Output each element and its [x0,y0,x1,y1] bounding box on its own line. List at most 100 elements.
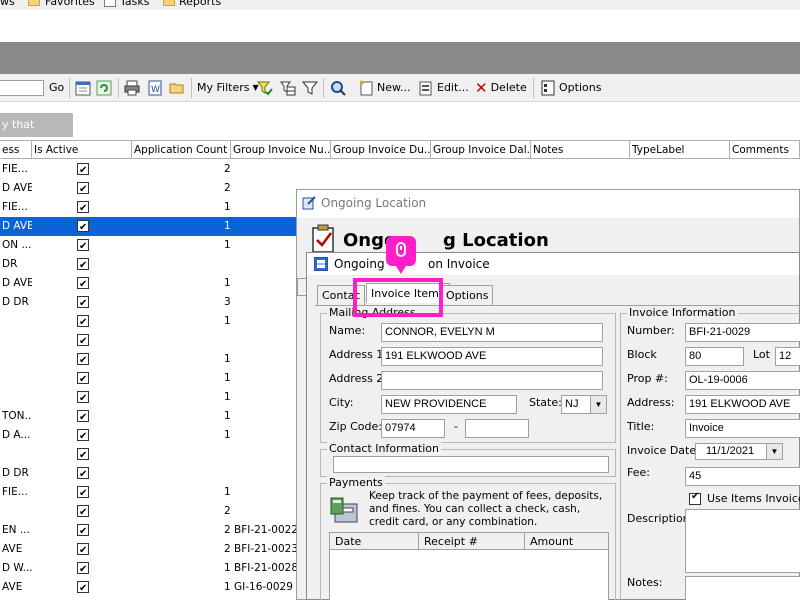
lot-field[interactable]: 12 [775,347,800,366]
is-active-checkbox[interactable] [77,465,89,484]
name-field[interactable]: CONNOR, EVELYN M [381,323,603,342]
is-active-checkbox[interactable] [77,560,89,579]
filter-button[interactable] [301,78,319,98]
is-active-checkbox[interactable] [77,484,89,503]
payments-column-amount[interactable]: Amount [525,533,609,550]
is-active-checkbox[interactable] [77,446,89,465]
zip-extension-field[interactable] [465,419,529,438]
table-row[interactable]: FIE... 2 [0,160,800,180]
number-label: Number: [627,324,675,337]
is-active-checkbox[interactable] [77,237,89,256]
address1-field[interactable]: 191 ELKWOOD AVE [381,347,603,366]
print-button[interactable] [124,78,140,98]
is-active-checkbox[interactable] [77,313,89,332]
number-field[interactable]: BFI-21-0029 [685,323,800,342]
column-header-group-invoice-due[interactable]: Group Invoice Du... [331,140,431,159]
contact-information-field[interactable] [333,456,609,473]
is-active-checkbox[interactable] [77,427,89,446]
notes-field[interactable] [685,576,800,600]
is-active-checkbox[interactable] [77,503,89,522]
is-active-checkbox[interactable] [77,351,89,370]
application-count-cell: 2 [224,505,231,517]
menu-item-favorites[interactable]: Favorites [45,0,95,8]
go-button[interactable]: Go [49,78,64,98]
refresh-button[interactable] [96,78,112,98]
application-count-cell [224,331,232,350]
header-band [0,42,800,74]
is-active-checkbox[interactable] [77,541,89,560]
magnifier-icon [330,80,346,96]
is-active-checkbox[interactable] [77,161,89,180]
column-header-notes[interactable]: Notes [531,140,630,159]
is-active-checkbox[interactable] [77,389,89,408]
grid-header: ess Is Active Application Count Group In… [0,140,800,159]
state-select[interactable]: NJ ▼ [561,395,607,414]
printer-icon [124,80,140,96]
invoice-date-picker[interactable]: 11/1/2021 ▼ [695,443,783,460]
address-field[interactable]: 191 ELKWOOD AVE [685,395,800,414]
use-items-checkbox[interactable]: ✔ [689,491,701,505]
is-active-checkbox[interactable] [77,332,89,351]
is-active-checkbox[interactable] [77,370,89,389]
filter-edit-button[interactable] [256,78,273,98]
fee-field[interactable]: 45 [685,467,800,486]
column-header-comments[interactable]: Comments [730,140,800,159]
options-button[interactable]: Options [540,78,601,98]
menu-item-views[interactable]: ws [0,0,15,8]
title-field[interactable]: Invoice [685,419,800,438]
menu-item-tasks[interactable]: Tasks [120,0,149,8]
address2-field[interactable] [381,371,603,390]
is-active-checkbox[interactable] [77,180,89,199]
address-cell [2,445,32,464]
invoice-information-title: Invoice Information [627,306,738,320]
search-button[interactable] [330,78,346,98]
menu-bar: ws Favorites Tasks Reports [0,0,800,10]
new-button[interactable]: New... [358,78,410,98]
is-active-checkbox[interactable] [77,408,89,427]
is-active-checkbox[interactable] [77,579,89,598]
chevron-down-icon[interactable]: ▼ [766,444,782,459]
address-cell: D A... [2,429,31,441]
payments-grid[interactable]: Date Receipt # Amount [329,532,609,600]
column-header-group-invoice-date[interactable]: Group Invoice Dal... [431,140,531,159]
block-field[interactable]: 80 [685,347,744,366]
column-header-group-invoice-number[interactable]: Group Invoice Nu... [231,140,331,159]
search-input[interactable] [0,80,44,96]
filter-grid-button[interactable] [280,78,296,98]
prop-label: Prop #: [627,372,668,385]
group-invoice-number-cell [234,160,330,179]
is-active-checkbox[interactable] [77,256,89,275]
address-cell: DR [2,258,18,270]
column-header-is-active[interactable]: Is Active [32,140,132,159]
column-header-typelabel[interactable]: TypeLabel [630,140,730,159]
options-icon [540,80,556,96]
outer-window-titlebar[interactable]: Ongoing Location [297,190,799,218]
column-header-address[interactable]: ess [0,140,32,159]
application-count-cell: 1 [224,372,231,384]
column-header-application-count[interactable]: Application Count [132,140,231,159]
is-active-checkbox[interactable] [77,199,89,218]
menu-item-reports[interactable]: Reports [179,0,221,8]
open-folder-button[interactable] [169,78,185,98]
payments-column-date[interactable]: Date [330,533,419,550]
is-active-checkbox[interactable] [77,294,89,313]
prop-field[interactable]: OL-19-0006 [685,371,800,390]
is-active-checkbox[interactable] [77,522,89,541]
payments-column-receipt[interactable]: Receipt # [419,533,525,550]
calendar-button[interactable] [75,78,91,98]
description-field[interactable] [685,509,800,573]
word-export-button[interactable]: W [147,78,163,98]
delete-label: Delete [490,81,527,94]
zip-field[interactable]: 07974 [381,419,445,438]
delete-button[interactable]: ✕ Delete [475,78,527,98]
edit-button[interactable]: Edit... [418,78,469,98]
my-filters-button[interactable]: My Filters ▼ [197,78,259,98]
is-active-checkbox[interactable] [77,218,89,237]
inner-window-titlebar[interactable]: Ongoing on Invoice [307,253,799,275]
mouse-click-indicator [386,236,416,274]
tab-options[interactable]: Options [441,285,494,305]
city-field[interactable]: NEW PROVIDENCE [381,395,517,414]
chevron-down-icon[interactable]: ▼ [590,396,606,413]
invoice-date-label: Invoice Date: [627,444,700,457]
is-active-checkbox[interactable] [77,275,89,294]
